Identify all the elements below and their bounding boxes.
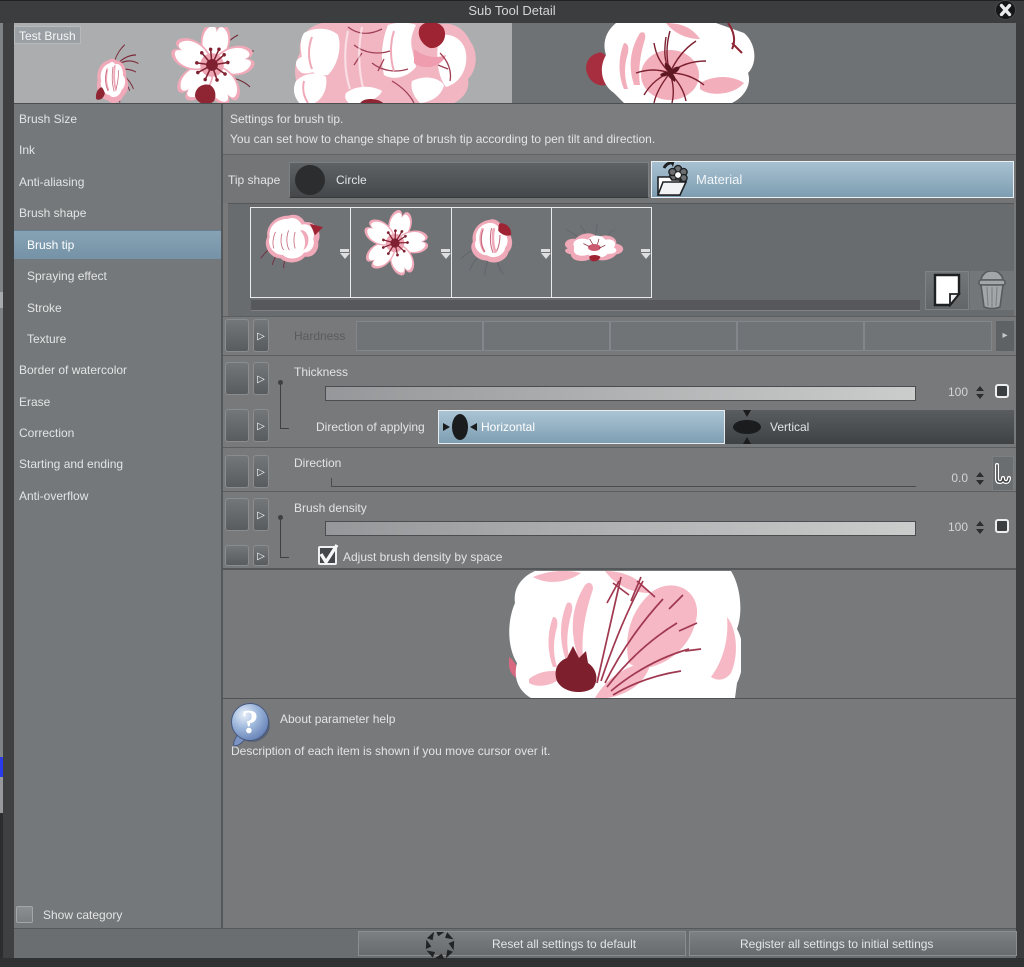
svg-text:?: ? bbox=[242, 704, 259, 741]
